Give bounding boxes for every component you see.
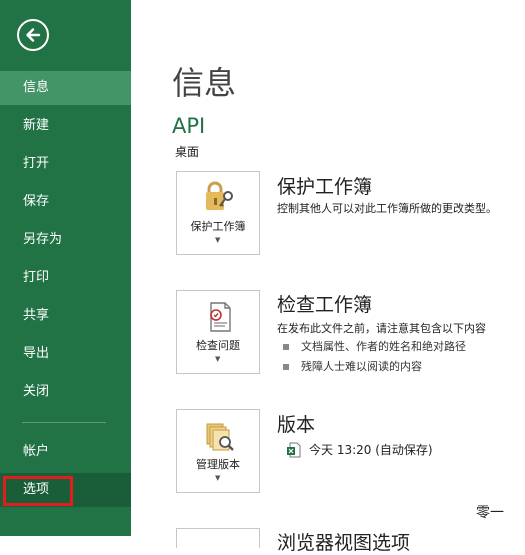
sidebar-item-info[interactable]: 信息 — [0, 71, 131, 105]
check-issues-button[interactable]: 检查问题 ▼ — [176, 290, 260, 374]
section-desc-inspect: 在发布此文件之前，请注意其包含以下内容 — [277, 322, 486, 335]
list-item: 文档属性、作者的姓名和绝对路径 — [283, 338, 466, 354]
backstage-sidebar: 信息 新建 打开 保存 另存为 打印 共享 导出 关闭 帐户 选项 — [0, 0, 131, 536]
back-arrow-icon — [26, 28, 41, 42]
sidebar-item-account[interactable]: 帐户 — [0, 435, 131, 469]
sidebar-item-export[interactable]: 导出 — [0, 337, 131, 371]
sidebar-item-save-as[interactable]: 另存为 — [0, 223, 131, 257]
manage-versions-label: 管理版本 — [196, 458, 240, 471]
sidebar-item-share[interactable]: 共享 — [0, 299, 131, 333]
page-title: 信息 — [172, 64, 237, 102]
lock-key-icon — [206, 181, 233, 210]
inspect-bullet-2: 残障人士难以阅读的内容 — [301, 360, 422, 373]
protect-workbook-button[interactable]: 保护工作簿 ▼ — [176, 171, 260, 255]
file-location: 桌面 — [175, 145, 200, 159]
excel-file-icon — [287, 442, 301, 457]
section-title-inspect: 检查工作簿 — [277, 294, 373, 316]
version-label: 今天 13:20 (自动保存) — [309, 443, 433, 457]
back-button[interactable] — [17, 19, 49, 51]
sidebar-item-save[interactable]: 保存 — [0, 185, 131, 219]
dropdown-caret-icon: ▼ — [215, 355, 221, 363]
dropdown-caret-icon: ▼ — [215, 474, 221, 482]
section-desc-protect: 控制其他人可以对此工作簿所做的更改类型。 — [277, 202, 497, 215]
section-title-protect: 保护工作簿 — [277, 176, 373, 198]
bullet-icon — [283, 344, 289, 350]
sidebar-item-open[interactable]: 打开 — [0, 147, 131, 181]
highlight-box — [3, 476, 73, 506]
dropdown-caret-icon: ▼ — [215, 236, 221, 244]
check-issues-label: 检查问题 — [196, 339, 240, 352]
section-title-browser-view: 浏览器视图选项 — [277, 532, 411, 554]
sidebar-item-new[interactable]: 新建 — [0, 109, 131, 143]
manage-versions-button[interactable]: 管理版本 ▼ — [176, 409, 260, 493]
protect-workbook-label: 保护工作簿 — [190, 220, 246, 233]
inspect-bullet-1: 文档属性、作者的姓名和绝对路径 — [301, 340, 466, 353]
version-entry[interactable]: 今天 13:20 (自动保存) — [287, 441, 433, 458]
list-item: 残障人士难以阅读的内容 — [283, 358, 422, 374]
versions-icon — [206, 423, 234, 451]
workbook-name: API — [172, 114, 206, 138]
sidebar-item-close[interactable]: 关闭 — [0, 375, 131, 409]
sidebar-divider — [22, 422, 106, 423]
section-title-versions: 版本 — [277, 414, 316, 436]
sidebar-item-print[interactable]: 打印 — [0, 261, 131, 295]
bullet-icon — [283, 364, 289, 370]
watermark-text: 零一 — [476, 505, 504, 521]
browser-view-options-button[interactable] — [176, 528, 260, 548]
inspect-document-icon — [210, 302, 231, 332]
